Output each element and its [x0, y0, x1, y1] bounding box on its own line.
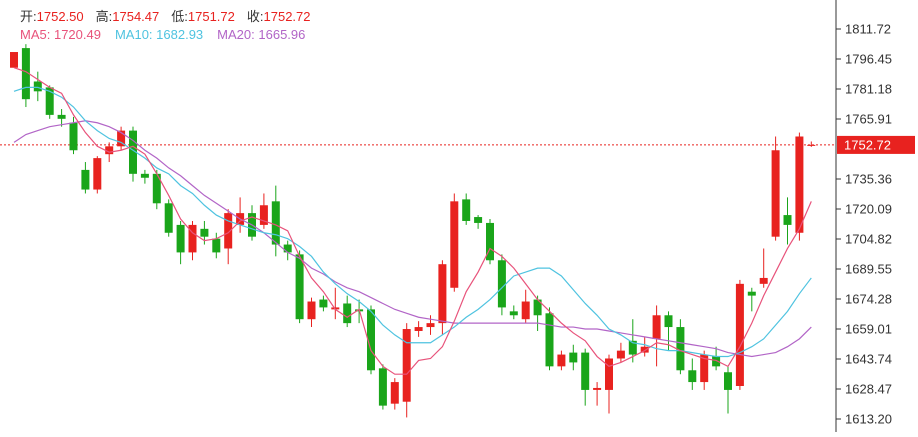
candle-body	[664, 315, 673, 328]
candle-body	[69, 122, 78, 151]
candle-body	[438, 264, 447, 324]
candle-body	[747, 291, 756, 296]
ma5-line	[13, 67, 812, 375]
candle-body	[807, 144, 816, 146]
candle-body	[164, 203, 173, 233]
candle-body	[33, 81, 42, 92]
y-tick-label: 1613.20	[845, 412, 892, 427]
candle-body	[140, 173, 149, 178]
y-tick-label: 1811.72	[845, 22, 891, 37]
open-legend: 开:1752.50	[20, 9, 84, 24]
candle-body	[616, 350, 625, 359]
high-legend: 高:1754.47	[95, 9, 160, 24]
y-tick-label: 1704.82	[845, 232, 892, 247]
candle-body	[10, 52, 18, 68]
candle-body	[545, 313, 554, 367]
candle-body	[724, 372, 732, 390]
candle-body	[450, 201, 459, 288]
high-value: 1754.47	[112, 9, 160, 24]
y-tick-label: 1720.09	[845, 202, 892, 217]
candle-body	[319, 299, 328, 308]
candle-body	[93, 158, 102, 190]
candle-body	[581, 352, 590, 390]
candle-body	[200, 228, 209, 237]
candle-body	[771, 150, 780, 237]
ma5-legend: MA5: 1720.49	[20, 27, 101, 42]
ma20-legend: MA20: 1665.96	[217, 27, 306, 42]
candle-body	[593, 387, 602, 390]
candle-body	[688, 370, 697, 383]
candle-body	[212, 238, 221, 253]
candle-body	[759, 277, 768, 284]
candle-body	[390, 382, 399, 404]
candle-body	[652, 315, 661, 339]
chart-plot[interactable]: 1811.72 1796.45 1781.18 1765.91 1735.36 1720.…	[0, 0, 918, 432]
stock-chart[interactable]: 开:1752.50 高:1754.47 低:1751.72 收:1752.72 MA5…	[0, 0, 918, 432]
close-legend: 收:1752.72	[246, 9, 311, 24]
candle-body	[343, 303, 352, 324]
y-tick-label: 1659.01	[845, 322, 892, 337]
candle-body	[271, 201, 280, 245]
ma10-legend: MA10: 1682.93	[114, 27, 204, 42]
y-tick-label: 1796.45	[845, 51, 892, 66]
candle-body	[414, 327, 423, 331]
candle-body	[521, 301, 530, 320]
candle-body	[497, 260, 506, 308]
ohlc-legend: 开:1752.50 高:1754.47 低:1751.72 收:1752.72	[20, 8, 323, 25]
candle-body	[283, 244, 292, 253]
candle-body	[307, 301, 316, 320]
low-value: 1751.72	[187, 9, 235, 24]
candle-body	[176, 224, 185, 253]
y-tick-label: 1735.36	[845, 172, 892, 187]
candle-body	[295, 254, 304, 320]
y-tick-label: 1689.55	[845, 262, 892, 277]
last-price-label: 1752.72	[844, 137, 891, 152]
candle-body	[557, 354, 566, 367]
candle-body	[81, 169, 90, 190]
y-tick-label: 1765.91	[845, 111, 892, 126]
y-tick-label: 1674.28	[845, 292, 892, 307]
candle-body	[783, 215, 792, 225]
y-tick-label: 1781.18	[845, 81, 892, 96]
low-legend: 低:1751.72	[171, 9, 235, 24]
candle-body	[509, 311, 518, 316]
candle-body	[605, 358, 613, 390]
ma10-line	[13, 86, 812, 358]
candle-body	[569, 352, 578, 363]
candle-body	[462, 199, 471, 221]
close-value: 1752.72	[263, 9, 311, 24]
y-tick-label: 1628.47	[845, 382, 892, 397]
candle-body	[402, 329, 411, 402]
open-value: 1752.50	[36, 9, 84, 24]
candle-body	[378, 368, 387, 406]
candle-body	[795, 136, 804, 233]
candle-body	[57, 114, 66, 119]
candle-body	[426, 323, 435, 328]
candle-body	[735, 283, 744, 386]
candle-body	[474, 217, 483, 223]
y-tick-label: 1643.74	[845, 352, 892, 367]
ma-legend: MA5: 1720.49 MA10: 1682.93 MA20: 1665.96	[20, 26, 319, 43]
